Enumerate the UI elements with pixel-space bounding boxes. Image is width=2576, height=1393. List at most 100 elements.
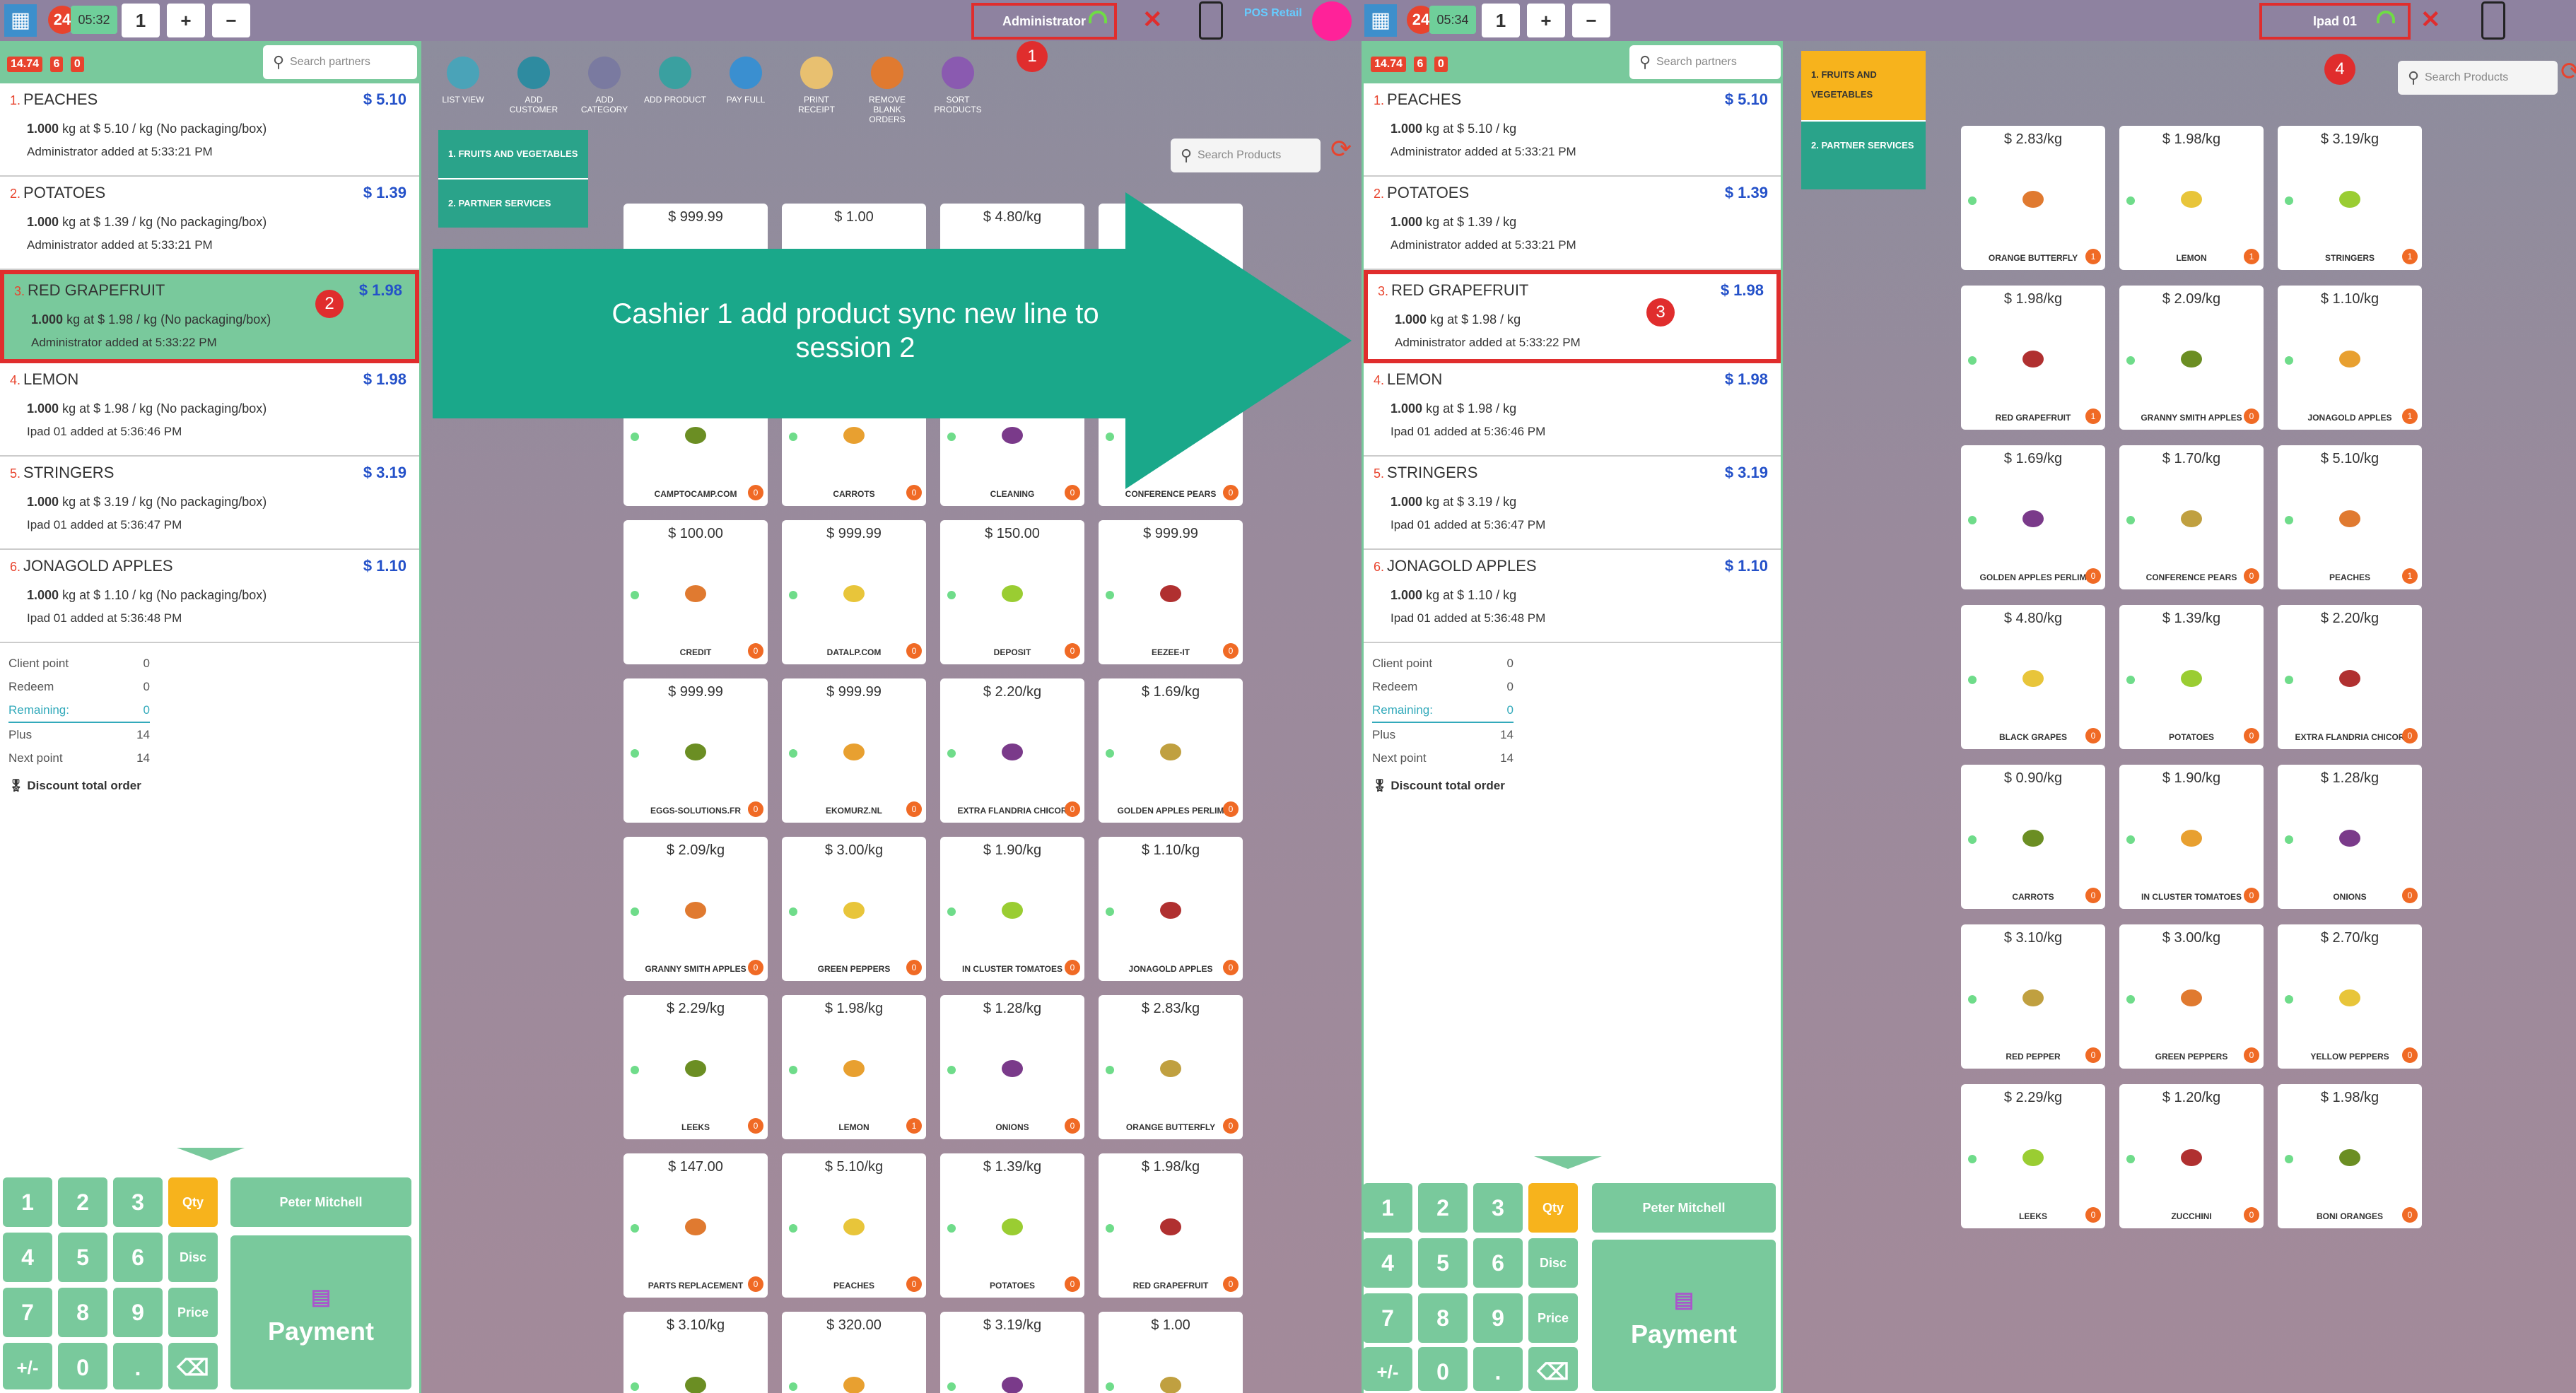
key-sign[interactable]: +/- bbox=[3, 1343, 52, 1389]
category-fruits[interactable]: 1. FRUITS AND VEGETABLES bbox=[1801, 51, 1926, 122]
key-2[interactable]: 2 bbox=[58, 1177, 107, 1227]
product-card[interactable]: $ 1.90/kg IN CLUSTER TOMATOES 0 bbox=[940, 837, 1084, 981]
discount-total-order[interactable]: 🎖 Discount total order bbox=[1372, 774, 1772, 797]
order-line[interactable]: 1. PEACHES $ 5.10 1.000 kg at $ 5.10 / kg… bbox=[1364, 83, 1781, 177]
toolbar-button-4[interactable]: PAY FULL bbox=[714, 57, 778, 105]
order-line[interactable]: 5. STRINGERS $ 3.19 1.000 kg at $ 3.19 / … bbox=[0, 457, 419, 550]
customer-button[interactable]: Peter Mitchell bbox=[1592, 1183, 1776, 1233]
payment-button[interactable]: ▤ Payment bbox=[1592, 1240, 1776, 1391]
product-card[interactable]: $ 1.90/kg IN CLUSTER TOMATOES 0 bbox=[2119, 765, 2264, 909]
close-icon[interactable]: ✕ bbox=[1142, 6, 1163, 34]
product-card[interactable]: $ 4.80/kg BLACK GRAPES 0 bbox=[1961, 605, 2105, 749]
key-0[interactable]: 0 bbox=[58, 1343, 107, 1389]
product-card[interactable]: $ 2.83/kg ORANGE BUTTERFLY 1 bbox=[1961, 126, 2105, 270]
product-card[interactable]: $ 147.00 PARTS REPLACEMENT 0 bbox=[623, 1153, 768, 1298]
customer-button[interactable]: Peter Mitchell bbox=[230, 1177, 411, 1227]
product-card[interactable]: $ 1.98/kg LEMON 1 bbox=[2119, 126, 2264, 270]
product-card[interactable]: $ 999.99 DATALP.COM 0 bbox=[782, 520, 926, 664]
key-6[interactable]: 6 bbox=[113, 1233, 163, 1282]
order-line[interactable]: 1. PEACHES $ 5.10 1.000 kg at $ 5.10 / kg… bbox=[0, 83, 419, 177]
order-tab-1[interactable]: 1 bbox=[1482, 4, 1520, 37]
key-4[interactable]: 4 bbox=[3, 1233, 52, 1282]
toolbar-button-5[interactable]: PRINT RECEIPT bbox=[785, 57, 848, 114]
product-card[interactable]: $ 1.69/kg GOLDEN APPLES PERLIM 0 bbox=[1961, 445, 2105, 589]
order-line[interactable]: 6. JONAGOLD APPLES $ 1.10 1.000 kg at $ 1… bbox=[0, 550, 419, 643]
product-card[interactable]: $ 2.20/kg EXTRA FLANDRIA CHICOR 0 bbox=[940, 678, 1084, 823]
product-card[interactable]: $ 5.10/kg PEACHES 1 bbox=[2278, 445, 2422, 589]
category-fruits[interactable]: 1. FRUITS AND VEGETABLES bbox=[438, 130, 588, 180]
expand-chevron-icon[interactable] bbox=[177, 1148, 245, 1160]
key-price[interactable]: Price bbox=[1528, 1293, 1578, 1343]
order-line[interactable]: 5. STRINGERS $ 3.19 1.000 kg at $ 3.19 / … bbox=[1364, 457, 1781, 550]
key-4[interactable]: 4 bbox=[1363, 1238, 1412, 1288]
remove-order-button[interactable]: − bbox=[1572, 4, 1610, 37]
close-icon[interactable]: ✕ bbox=[2420, 6, 2441, 34]
add-order-button[interactable]: + bbox=[1527, 4, 1565, 37]
product-card[interactable]: $ 2.09/kg GRANNY SMITH APPLES 0 bbox=[2119, 286, 2264, 430]
order-line[interactable]: 4. LEMON $ 1.98 1.000 kg at $ 1.98 / kg (… bbox=[0, 363, 419, 457]
order-line-selected[interactable]: 3. RED GRAPEFRUIT $ 1.98 1.000 kg at $ 1.… bbox=[0, 270, 419, 363]
product-card[interactable]: $ 3.00/kg GREEN PEPPERS 0 bbox=[782, 837, 926, 981]
key-0[interactable]: 0 bbox=[1418, 1347, 1468, 1391]
search-products-input[interactable]: Search Products bbox=[2398, 61, 2558, 95]
toolbar-button-6[interactable]: REMOVE BLANK ORDERS bbox=[855, 57, 919, 124]
refresh-icon[interactable]: ⟳ bbox=[2560, 57, 2576, 86]
key-5[interactable]: 5 bbox=[58, 1233, 107, 1282]
key-5[interactable]: 5 bbox=[1418, 1238, 1468, 1288]
key-2[interactable]: 2 bbox=[1418, 1183, 1468, 1233]
product-card[interactable]: $ 999.99 EEZEE-IT 0 bbox=[1099, 520, 1243, 664]
order-line-synced[interactable]: 3. RED GRAPEFRUIT $ 1.98 1.000 kg at $ 1.… bbox=[1364, 270, 1781, 363]
remove-order-button[interactable]: − bbox=[212, 4, 250, 37]
product-card[interactable]: $ 3.10/kg RED PEPPER 0 bbox=[1961, 924, 2105, 1069]
product-card[interactable]: $ 1.10/kg JONAGOLD APPLES 0 bbox=[1099, 837, 1243, 981]
search-partners-input[interactable]: Search partners bbox=[1629, 45, 1781, 79]
key-1[interactable]: 1 bbox=[1363, 1183, 1412, 1233]
product-card[interactable]: $ 2.70/kg YELLOW PEPPERS 0 bbox=[2278, 924, 2422, 1069]
product-card[interactable]: $ 3.10/kg bbox=[623, 1312, 768, 1393]
toolbar-button-1[interactable]: ADD CUSTOMER bbox=[502, 57, 566, 114]
product-card[interactable]: $ 320.00 bbox=[782, 1312, 926, 1393]
key-disc[interactable]: Disc bbox=[1528, 1238, 1578, 1288]
key-backspace[interactable]: ⌫ bbox=[1528, 1347, 1578, 1391]
key-6[interactable]: 6 bbox=[1473, 1238, 1523, 1288]
product-card[interactable]: $ 1.98/kg BONI ORANGES 0 bbox=[2278, 1084, 2422, 1228]
key-sign[interactable]: +/- bbox=[1363, 1347, 1412, 1391]
product-card[interactable]: $ 2.29/kg LEEKS 0 bbox=[1961, 1084, 2105, 1228]
add-order-button[interactable]: + bbox=[167, 4, 205, 37]
product-card[interactable]: $ 1.98/kg RED GRAPEFRUIT 1 bbox=[1961, 286, 2105, 430]
search-partners-input[interactable]: Search partners bbox=[263, 45, 417, 79]
toolbar-button-7[interactable]: SORT PRODUCTS bbox=[926, 57, 990, 114]
refresh-icon[interactable]: ⟳ bbox=[1330, 134, 1352, 164]
product-card[interactable]: $ 1.28/kg ONIONS 0 bbox=[2278, 765, 2422, 909]
product-card[interactable]: $ 2.83/kg ORANGE BUTTERFLY 0 bbox=[1099, 995, 1243, 1139]
key-backspace[interactable]: ⌫ bbox=[168, 1343, 218, 1389]
product-card[interactable]: $ 0.90/kg CARROTS 0 bbox=[1961, 765, 2105, 909]
key-3[interactable]: 3 bbox=[1473, 1183, 1523, 1233]
key-1[interactable]: 1 bbox=[3, 1177, 52, 1227]
search-products-input[interactable]: Search Products bbox=[1171, 139, 1321, 172]
product-card[interactable]: $ 999.99 EKOMURZ.NL 0 bbox=[782, 678, 926, 823]
product-card[interactable]: $ 3.19/kg bbox=[940, 1312, 1084, 1393]
category-partner-services[interactable]: 2. PARTNER SERVICES bbox=[1801, 122, 1926, 189]
key-qty[interactable]: Qty bbox=[1528, 1183, 1578, 1233]
product-card[interactable]: $ 1.39/kg POTATOES 0 bbox=[940, 1153, 1084, 1298]
product-card[interactable]: $ 1.70/kg CONFERENCE PEARS 0 bbox=[2119, 445, 2264, 589]
key-price[interactable]: Price bbox=[168, 1288, 218, 1337]
toolbar-button-3[interactable]: ADD PRODUCT bbox=[643, 57, 707, 105]
key-dot[interactable]: . bbox=[1473, 1347, 1523, 1391]
toolbar-button-0[interactable]: LIST VIEW bbox=[431, 57, 495, 105]
key-7[interactable]: 7 bbox=[1363, 1293, 1412, 1343]
product-card[interactable]: $ 1.39/kg POTATOES 0 bbox=[2119, 605, 2264, 749]
key-3[interactable]: 3 bbox=[113, 1177, 163, 1227]
product-card[interactable]: $ 3.19/kg STRINGERS 1 bbox=[2278, 126, 2422, 270]
order-line[interactable]: 6. JONAGOLD APPLES $ 1.10 1.000 kg at $ 1… bbox=[1364, 550, 1781, 643]
key-9[interactable]: 9 bbox=[113, 1288, 163, 1337]
key-8[interactable]: 8 bbox=[1418, 1293, 1468, 1343]
avatar[interactable] bbox=[1312, 1, 1352, 41]
payment-button[interactable]: ▤ Payment bbox=[230, 1235, 411, 1389]
product-card[interactable]: $ 100.00 CREDIT 0 bbox=[623, 520, 768, 664]
apps-menu-icon[interactable]: ▦ bbox=[4, 4, 37, 37]
product-card[interactable]: $ 5.10/kg PEACHES 0 bbox=[782, 1153, 926, 1298]
product-card[interactable]: $ 3.00/kg GREEN PEPPERS 0 bbox=[2119, 924, 2264, 1069]
order-line[interactable]: 2. POTATOES $ 1.39 1.000 kg at $ 1.39 / k… bbox=[0, 177, 419, 270]
